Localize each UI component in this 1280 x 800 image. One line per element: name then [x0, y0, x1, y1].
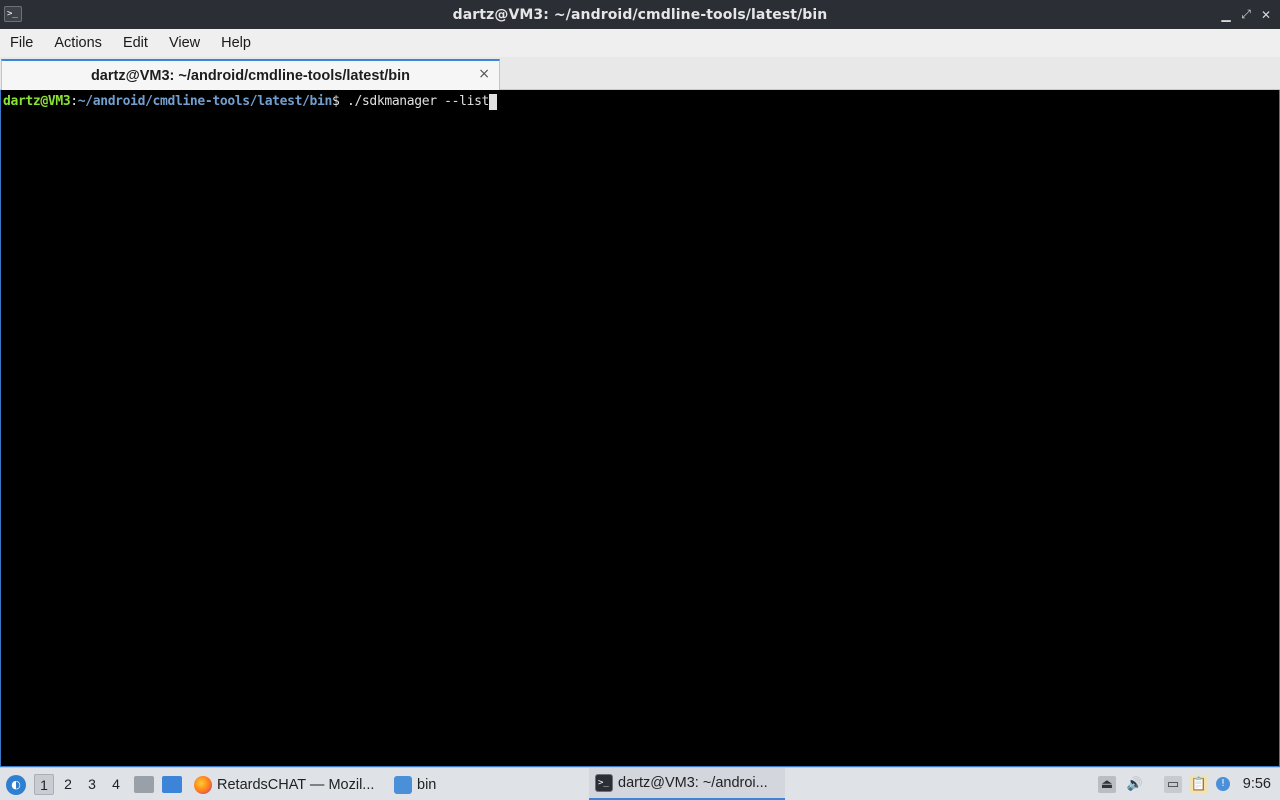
menu-bar: File Actions Edit View Help: [0, 29, 1280, 57]
window-titlebar[interactable]: >_ dartz@VM3: ~/android/cmdline-tools/la…: [0, 0, 1280, 29]
menu-file[interactable]: File: [0, 29, 44, 57]
maximize-icon[interactable]: ⤢: [1236, 0, 1256, 29]
menu-actions[interactable]: Actions: [44, 29, 113, 57]
terminal-area[interactable]: dartz@VM3:~/android/cmdline-tools/latest…: [0, 90, 1280, 767]
task-firefox[interactable]: RetardsCHAT — Mozil...: [194, 768, 390, 800]
prompt-symbol: $: [332, 94, 347, 109]
prompt-user-host: dartz@VM3: [3, 94, 71, 109]
desktop-3-button[interactable]: 3: [82, 774, 102, 795]
tab-close-icon[interactable]: ×: [478, 66, 490, 82]
typed-command: ./sdkmanager --list: [346, 94, 490, 109]
firefox-icon: [194, 775, 212, 794]
task-terminal-label: dartz@VM3: ~/androi...: [618, 775, 768, 791]
window-title: dartz@VM3: ~/android/cmdline-tools/lates…: [452, 6, 828, 23]
text-cursor: [489, 94, 498, 110]
taskbar: ◐ 1 2 3 4 RetardsCHAT — Mozil... bin >_ …: [0, 767, 1280, 800]
task-terminal[interactable]: >_ dartz@VM3: ~/androi...: [589, 768, 785, 800]
notification-icon[interactable]: !: [1216, 777, 1230, 791]
file-manager-launcher-icon[interactable]: [134, 776, 154, 793]
eject-icon[interactable]: ⏏: [1098, 776, 1116, 793]
tab-label: dartz@VM3: ~/android/cmdline-tools/lates…: [90, 67, 411, 84]
terminal-app-icon[interactable]: >_: [4, 6, 22, 22]
terminal-icon: >_: [595, 774, 613, 792]
task-file-manager-label: bin: [417, 776, 437, 793]
minimize-icon[interactable]: ▁: [1216, 0, 1236, 29]
menu-view[interactable]: View: [159, 29, 211, 57]
close-icon[interactable]: ✕: [1256, 0, 1276, 29]
prompt-path: ~/android/cmdline-tools/latest/bin: [77, 94, 333, 109]
task-file-manager[interactable]: bin: [394, 768, 584, 800]
desktop-1-button[interactable]: 1: [34, 774, 54, 795]
show-desktop-icon[interactable]: [162, 776, 182, 793]
start-menu-icon[interactable]: ◐: [6, 775, 26, 795]
clipboard-icon[interactable]: 📋: [1190, 776, 1208, 793]
folder-icon: [394, 775, 412, 794]
desktop-4-button[interactable]: 4: [106, 774, 126, 795]
prompt-colon: :: [70, 94, 78, 109]
terminal-prompt-line: dartz@VM3:~/android/cmdline-tools/latest…: [3, 94, 498, 110]
task-firefox-label: RetardsCHAT — Mozil...: [217, 776, 375, 793]
tab-terminal[interactable]: dartz@VM3: ~/android/cmdline-tools/lates…: [1, 59, 500, 90]
volume-icon[interactable]: 🔊: [1126, 776, 1144, 793]
desktop-2-button[interactable]: 2: [58, 774, 78, 795]
menu-help[interactable]: Help: [211, 29, 262, 57]
tab-bar: dartz@VM3: ~/android/cmdline-tools/lates…: [0, 57, 1280, 90]
network-icon[interactable]: ▭: [1164, 776, 1182, 793]
clock[interactable]: 9:56: [1243, 768, 1271, 800]
menu-edit[interactable]: Edit: [113, 29, 159, 57]
